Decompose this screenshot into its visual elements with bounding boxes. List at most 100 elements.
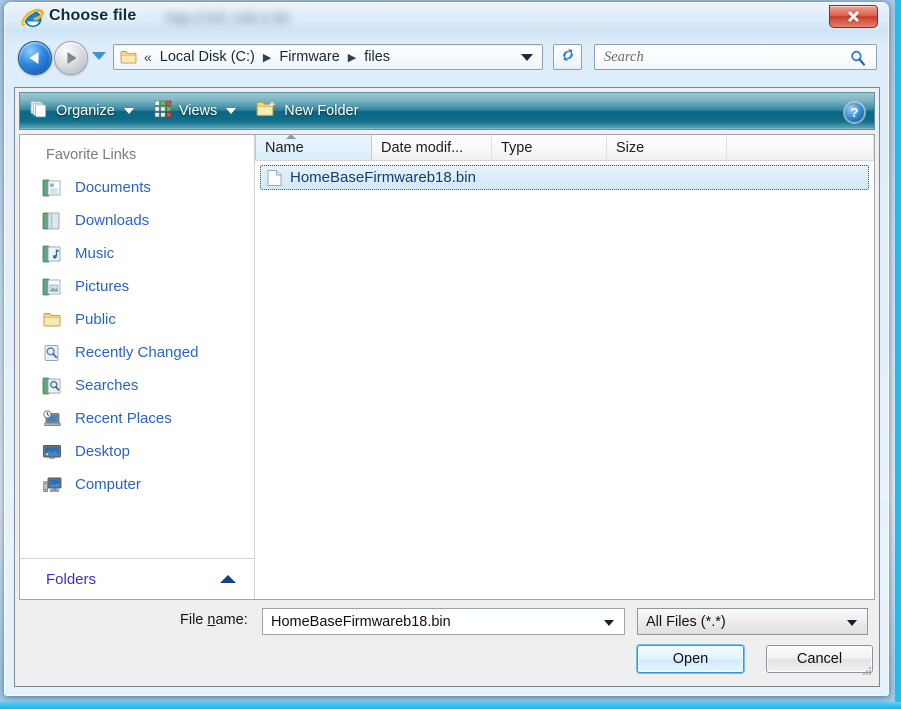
new-folder-label: New Folder bbox=[284, 103, 359, 119]
column-header-name[interactable]: Name bbox=[255, 135, 372, 160]
organize-label: Organize bbox=[56, 103, 115, 119]
breadcrumb-separator-icon[interactable]: ▶ bbox=[263, 51, 271, 64]
forward-button[interactable] bbox=[54, 41, 88, 75]
sidebar-item-pictures[interactable]: Pictures bbox=[20, 270, 254, 303]
refresh-icon bbox=[560, 47, 576, 68]
recently-changed-icon bbox=[42, 343, 63, 363]
back-button[interactable] bbox=[18, 41, 52, 75]
chevron-up-icon bbox=[220, 575, 236, 583]
dialog-footer: File name: HomeBaseFirmwareb18.bin All F… bbox=[19, 600, 875, 680]
file-list-header: Name Date modif... Type Size bbox=[255, 135, 874, 161]
sidebar-item-label: Pictures bbox=[75, 278, 130, 295]
background-edge-right bbox=[895, 0, 901, 709]
new-folder-icon bbox=[256, 100, 277, 122]
grid-view-icon bbox=[154, 100, 172, 122]
searches-icon bbox=[42, 376, 63, 396]
cancel-button[interactable]: Cancel bbox=[766, 645, 873, 673]
file-name-label: File name: bbox=[180, 612, 248, 628]
help-label: ? bbox=[850, 105, 859, 120]
file-list: Name Date modif... Type Size HomeBaseFir… bbox=[255, 135, 874, 599]
sidebar-item-label: Computer bbox=[75, 476, 141, 493]
sidebar-item-label: Recent Places bbox=[75, 410, 172, 427]
table-row[interactable]: HomeBaseFirmwareb18.bin bbox=[260, 165, 869, 190]
sidebar-item-public[interactable]: Public bbox=[20, 303, 254, 336]
sidebar-item-label: Public bbox=[75, 311, 116, 328]
search-placeholder: Search bbox=[604, 48, 644, 65]
organize-chevron-down-icon bbox=[123, 108, 134, 114]
recent-places-icon bbox=[42, 409, 63, 429]
address-dropdown-chevron-down-icon[interactable] bbox=[521, 54, 533, 61]
help-icon[interactable]: ? bbox=[844, 102, 865, 123]
file-name-input[interactable]: HomeBaseFirmwareb18.bin bbox=[262, 608, 625, 635]
views-button[interactable]: Views bbox=[144, 93, 246, 129]
sidebar-item-music[interactable]: Music bbox=[20, 237, 254, 270]
column-header-empty[interactable] bbox=[727, 135, 874, 160]
sidebar-item-downloads[interactable]: Downloads bbox=[20, 204, 254, 237]
sidebar-item-recent-places[interactable]: Recent Places bbox=[20, 402, 254, 435]
sidebar-item-computer[interactable]: Computer bbox=[20, 468, 254, 501]
views-chevron-down-icon bbox=[226, 108, 237, 114]
sidebar-item-label: Documents bbox=[75, 179, 151, 196]
sidebar-item-documents[interactable]: Documents bbox=[20, 171, 254, 204]
views-label: Views bbox=[178, 103, 218, 119]
sidebar-item-desktop[interactable]: Desktop bbox=[20, 435, 254, 468]
open-button-label: Open bbox=[672, 651, 709, 667]
sidebar-item-label: Downloads bbox=[75, 212, 150, 229]
folders-section-toggle[interactable]: Folders bbox=[20, 558, 254, 599]
breadcrumb-item-1[interactable]: Firmware bbox=[279, 49, 339, 65]
downloads-folder-icon bbox=[42, 211, 63, 231]
breadcrumb[interactable]: « Local Disk (C:) ▶ Firmware ▶ files bbox=[113, 44, 543, 70]
window-title: Choose file bbox=[49, 7, 137, 24]
background-edge-bottom bbox=[0, 702, 901, 709]
organize-button[interactable]: Organize bbox=[20, 93, 144, 129]
sidebar-item-recently-changed[interactable]: Recently Changed bbox=[20, 336, 254, 369]
column-header-label: Name bbox=[265, 139, 304, 156]
file-type-chevron-down-icon[interactable] bbox=[847, 620, 857, 626]
open-button[interactable]: Open bbox=[637, 645, 744, 673]
folder-icon bbox=[120, 50, 137, 64]
column-header-date-modified[interactable]: Date modif... bbox=[372, 135, 492, 160]
close-button[interactable] bbox=[829, 5, 878, 28]
command-toolbar: Organize Views New Folder ? bbox=[19, 92, 875, 130]
forward-arrow-icon bbox=[67, 52, 77, 64]
favorite-links-sidebar: Favorite Links Documents Downloads Music… bbox=[20, 135, 255, 599]
sidebar-item-label: Searches bbox=[75, 377, 139, 394]
sidebar-item-searches[interactable]: Searches bbox=[20, 369, 254, 402]
stacked-pages-icon bbox=[30, 100, 49, 122]
file-name-cell: HomeBaseFirmwareb18.bin bbox=[290, 169, 476, 186]
title-bar: Choose file http://192.168.0.80 bbox=[5, 3, 888, 35]
address-bar: « Local Disk (C:) ▶ Firmware ▶ files Sea… bbox=[113, 44, 888, 71]
favorite-links-header: Favorite Links bbox=[46, 147, 137, 163]
breadcrumb-item-0[interactable]: Local Disk (C:) bbox=[160, 49, 255, 65]
sort-ascending-icon bbox=[286, 135, 296, 139]
breadcrumb-separator-icon[interactable]: ▶ bbox=[348, 51, 356, 64]
dialog-panel-inner: Organize Views New Folder ? Favorite Lin… bbox=[15, 88, 879, 686]
folders-label: Folders bbox=[46, 570, 97, 588]
dialog-body: Favorite Links Documents Downloads Music… bbox=[19, 134, 875, 600]
search-input[interactable]: Search bbox=[594, 44, 877, 70]
breadcrumb-overflow-icon[interactable]: « bbox=[144, 49, 152, 65]
favorite-links-list: Documents Downloads Music Pictures Publi… bbox=[20, 171, 254, 558]
resize-grip-icon[interactable] bbox=[859, 665, 873, 679]
file-name-value: HomeBaseFirmwareb18.bin bbox=[271, 613, 451, 630]
sidebar-item-label: Music bbox=[75, 245, 115, 262]
column-header-label: Type bbox=[501, 139, 533, 156]
file-type-filter-select[interactable]: All Files (*.*) bbox=[637, 608, 868, 635]
column-header-size[interactable]: Size bbox=[607, 135, 727, 160]
blurred-url-text: http://192.168.0.80 bbox=[165, 10, 291, 27]
sidebar-item-label: Recently Changed bbox=[75, 344, 199, 361]
file-name-chevron-down-icon[interactable] bbox=[604, 620, 614, 626]
generic-file-icon bbox=[267, 169, 282, 187]
breadcrumb-item-2[interactable]: files bbox=[364, 49, 390, 65]
column-header-label: Size bbox=[616, 139, 645, 156]
desktop-icon bbox=[42, 442, 63, 462]
column-header-label: Date modif... bbox=[381, 139, 464, 156]
recent-pages-chevron-down-icon[interactable] bbox=[92, 52, 106, 60]
refresh-button[interactable] bbox=[553, 44, 582, 70]
sidebar-item-label: Desktop bbox=[75, 443, 131, 460]
back-arrow-icon bbox=[29, 52, 39, 64]
new-folder-button[interactable]: New Folder bbox=[246, 93, 368, 129]
column-header-type[interactable]: Type bbox=[492, 135, 607, 160]
file-type-filter-value: All Files (*.*) bbox=[646, 613, 726, 630]
music-folder-icon bbox=[42, 244, 63, 264]
